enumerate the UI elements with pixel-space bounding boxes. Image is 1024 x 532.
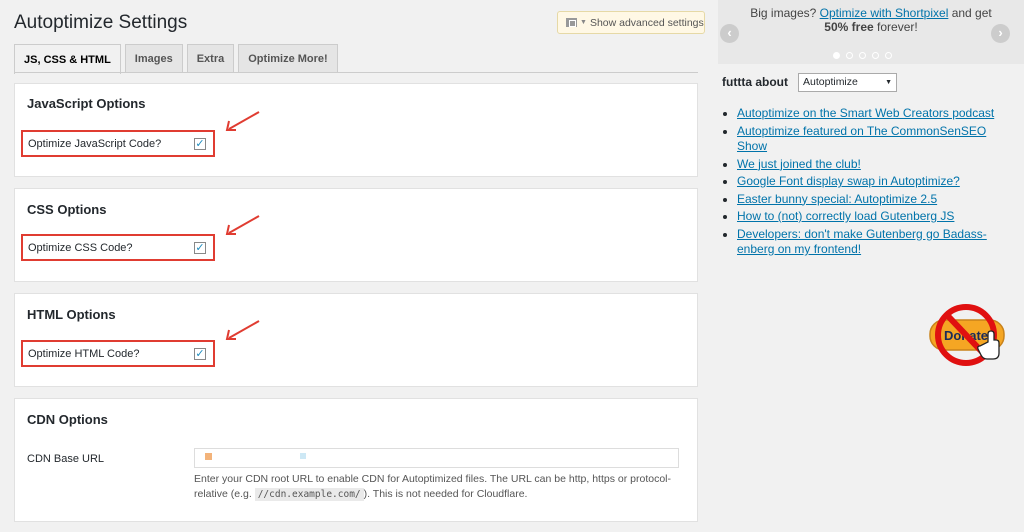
annotation-arrow — [225, 320, 260, 340]
carousel-prev-button[interactable]: ‹ — [720, 24, 739, 43]
caret-down-icon: ▼ — [580, 19, 587, 26]
carousel-dot[interactable] — [885, 52, 892, 59]
cdn-example-code: //cdn.example.com/ — [254, 488, 364, 501]
promo-text: Big images? Optimize with Shortpixel and… — [738, 6, 1004, 34]
optimize-html-checkbox[interactable]: ✓ — [194, 348, 206, 360]
news-link[interactable]: Autoptimize on the Smart Web Creators po… — [737, 106, 994, 120]
carousel-dot[interactable] — [846, 52, 853, 59]
optimize-js-option: Optimize JavaScript Code? ✓ — [21, 130, 215, 157]
news-link[interactable]: We just joined the club! — [737, 157, 861, 171]
tab-js-css-html[interactable]: JS, CSS & HTML — [14, 44, 121, 74]
carousel-next-button[interactable]: › — [991, 24, 1010, 43]
chevron-down-icon: ▼ — [885, 79, 892, 86]
promo-text-and: and get — [951, 6, 992, 20]
promo-text-start: Big images? — [750, 6, 817, 20]
carousel-dot[interactable] — [833, 52, 840, 59]
cdn-options-title: CDN Options — [27, 412, 108, 427]
list-item: Developers: don't make Gutenberg go Bada… — [737, 227, 1012, 258]
optimize-html-label: Optimize HTML Code? — [28, 347, 140, 360]
news-link[interactable]: Easter bunny special: Autoptimize 2.5 — [737, 192, 937, 206]
news-link[interactable]: Autoptimize featured on The CommonSenSEO… — [737, 124, 986, 154]
carousel-dot[interactable] — [872, 52, 879, 59]
shortpixel-link[interactable]: Optimize with Shortpixel — [820, 6, 949, 20]
optimize-js-checkbox[interactable]: ✓ — [194, 138, 206, 150]
input-marker — [205, 453, 212, 460]
promo-bold: 50% free — [824, 20, 874, 34]
news-topic-select[interactable]: Autoptimize ▼ — [798, 73, 897, 92]
list-item: Easter bunny special: Autoptimize 2.5 — [737, 192, 1012, 208]
settings-panel-icon — [566, 18, 577, 27]
show-advanced-settings-label: Show advanced settings — [589, 16, 704, 29]
cdn-options-panel: CDN Options CDN Base URL Enter your CDN … — [14, 398, 698, 522]
promo-carousel: ‹ Big images? Optimize with Shortpixel a… — [718, 0, 1024, 64]
promo-text-end: forever! — [877, 20, 918, 34]
tab-extra[interactable]: Extra — [186, 44, 235, 73]
list-item: Google Font display swap in Autoptimize? — [737, 174, 1012, 190]
annotation-arrow — [225, 215, 260, 235]
page-title: Autoptimize Settings — [14, 12, 188, 33]
javascript-options-panel: JavaScript Options Optimize JavaScript C… — [14, 83, 698, 177]
carousel-dot[interactable] — [859, 52, 866, 59]
carousel-dots — [833, 52, 898, 59]
news-feed: Autoptimize on the Smart Web Creators po… — [722, 106, 1012, 260]
news-link[interactable]: Developers: don't make Gutenberg go Bada… — [737, 227, 987, 257]
list-item: We just joined the club! — [737, 157, 1012, 173]
optimize-css-checkbox[interactable]: ✓ — [194, 242, 206, 254]
cdn-base-url-label: CDN Base URL — [27, 453, 105, 465]
cdn-description-text-end: ). This is not needed for Cloudflare. — [363, 488, 528, 500]
tab-images[interactable]: Images — [124, 44, 183, 73]
annotation-arrow — [225, 111, 260, 131]
news-link[interactable]: Google Font display swap in Autoptimize? — [737, 174, 960, 188]
cdn-base-url-input[interactable] — [194, 448, 679, 468]
tab-divider — [14, 72, 698, 73]
show-advanced-settings-button[interactable]: ▼ Show advanced settings — [557, 11, 705, 34]
donate-button[interactable]: Donate — [928, 300, 1008, 370]
html-options-panel: HTML Options Optimize HTML Code? ✓ — [14, 293, 698, 387]
news-link[interactable]: How to (not) correctly load Gutenberg JS — [737, 209, 954, 223]
tab-optimize-more[interactable]: Optimize More! — [238, 44, 338, 73]
input-marker — [300, 453, 306, 459]
optimize-css-label: Optimize CSS Code? — [28, 241, 133, 254]
news-label: futtta about — [722, 75, 788, 89]
cdn-description: Enter your CDN root URL to enable CDN fo… — [194, 472, 679, 502]
list-item: Autoptimize featured on The CommonSenSEO… — [737, 124, 1012, 155]
optimize-html-option: Optimize HTML Code? ✓ — [21, 340, 215, 367]
settings-tabs: JS, CSS & HTML Images Extra Optimize Mor… — [14, 44, 342, 74]
optimize-css-option: Optimize CSS Code? ✓ — [21, 234, 215, 261]
optimize-js-label: Optimize JavaScript Code? — [28, 137, 162, 150]
list-item: Autoptimize on the Smart Web Creators po… — [737, 106, 1012, 122]
list-item: How to (not) correctly load Gutenberg JS — [737, 209, 1012, 225]
news-topic-value: Autoptimize — [803, 76, 858, 88]
css-options-title: CSS Options — [27, 202, 107, 217]
css-options-panel: CSS Options Optimize CSS Code? ✓ — [14, 188, 698, 282]
javascript-options-title: JavaScript Options — [27, 96, 146, 111]
html-options-title: HTML Options — [27, 307, 116, 322]
